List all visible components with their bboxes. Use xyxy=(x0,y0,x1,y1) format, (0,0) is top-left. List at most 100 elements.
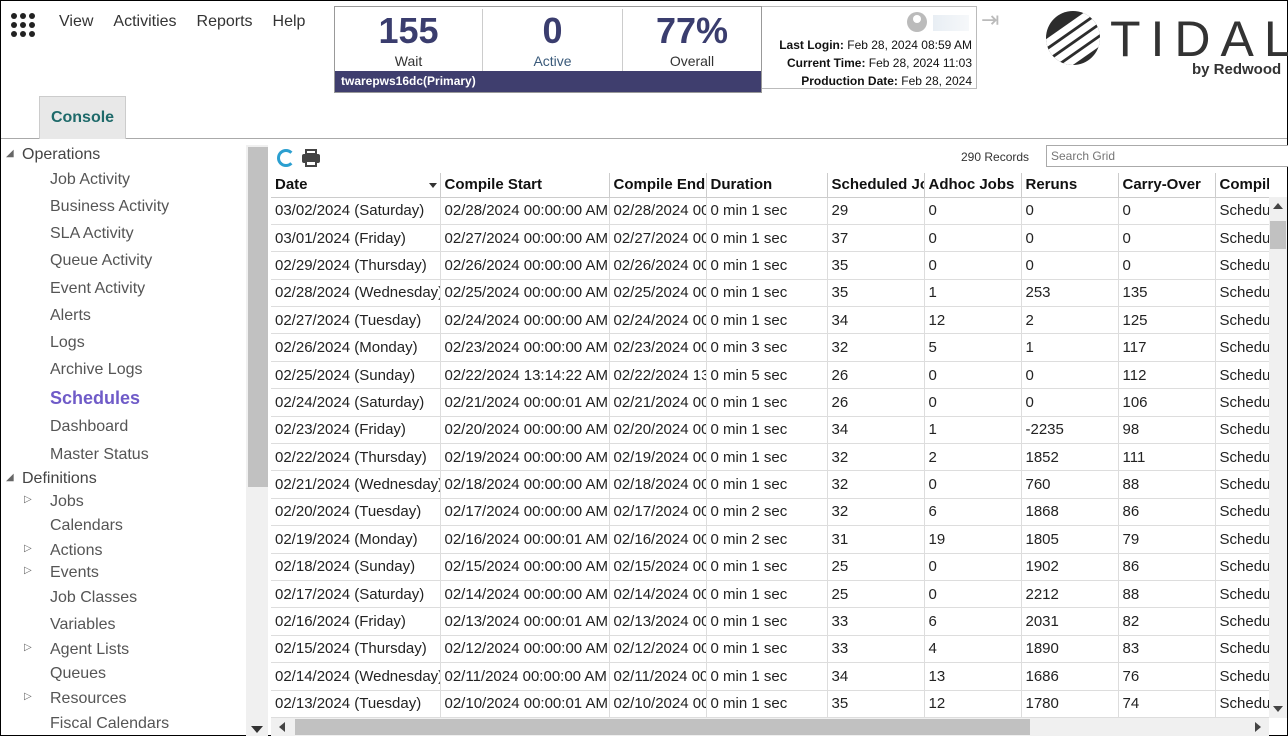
column-header-scheduled-jobs[interactable]: Scheduled Jo xyxy=(827,173,925,198)
user-icon[interactable] xyxy=(907,12,927,32)
tree-item-schedules[interactable]: Schedules xyxy=(50,388,140,409)
menu-help[interactable]: Help xyxy=(273,13,306,31)
table-row[interactable]: 02/13/2024 (Tuesday) 02/10/2024 00:00:01 … xyxy=(271,690,1269,718)
table-row[interactable]: 02/14/2024 (Wednesday) 02/11/2024 00:00:0… xyxy=(271,662,1269,691)
menu-view[interactable]: View xyxy=(59,13,93,31)
expand-jobs-icon[interactable]: ▷ xyxy=(24,494,32,505)
cell-scheduled-jobs: 35 xyxy=(827,279,925,308)
tree-item-job-classes[interactable]: Job Classes xyxy=(50,589,137,607)
expand-agent-lists-icon[interactable]: ▷ xyxy=(24,642,32,653)
expand-events-icon[interactable]: ▷ xyxy=(24,565,32,576)
search-grid-input[interactable] xyxy=(1046,145,1288,167)
table-row[interactable]: 02/21/2024 (Wednesday) 02/18/2024 00:00:0… xyxy=(271,470,1269,499)
table-row[interactable]: 02/17/2024 (Saturday) 02/14/2024 00:00:00… xyxy=(271,580,1269,609)
table-row[interactable]: 02/15/2024 (Thursday) 02/12/2024 00:00:00… xyxy=(271,635,1269,664)
table-row[interactable]: 02/19/2024 (Monday) 02/16/2024 00:00:01 A… xyxy=(271,525,1269,554)
wait-count: 155 xyxy=(378,10,439,51)
overall-label: Overall xyxy=(669,53,715,69)
tab-console[interactable]: Console xyxy=(39,96,126,139)
table-row[interactable]: 03/02/2024 (Saturday) 02/28/2024 00:00:00… xyxy=(271,197,1269,225)
tree-item-master-status[interactable]: Master Status xyxy=(50,446,149,464)
tree-item-job-activity[interactable]: Job Activity xyxy=(50,171,130,189)
column-header-compile-end[interactable]: Compile End xyxy=(609,173,707,198)
sidebar-scrollbar[interactable] xyxy=(246,145,268,736)
table-row[interactable]: 02/24/2024 (Saturday) 02/21/2024 00:00:01… xyxy=(271,388,1269,417)
column-header-date[interactable]: Date xyxy=(271,173,441,198)
overall-stat[interactable]: 77% Overall xyxy=(623,9,761,73)
expand-resources-icon[interactable]: ▷ xyxy=(24,691,32,702)
tree-item-event-activity[interactable]: Event Activity xyxy=(50,280,145,298)
production-date-label: Production Date: xyxy=(801,74,898,88)
grid-vertical-scroll-thumb[interactable] xyxy=(1270,221,1286,249)
active-stat[interactable]: 0 Active xyxy=(483,9,623,73)
tree-item-fiscal-calendars[interactable]: Fiscal Calendars xyxy=(50,715,169,733)
column-header-carry-over[interactable]: Carry-Over xyxy=(1118,173,1216,198)
tree-item-calendars[interactable]: Calendars xyxy=(50,517,123,535)
tree-item-logs[interactable]: Logs xyxy=(50,334,85,352)
app-launcher-icon[interactable] xyxy=(11,13,35,37)
menu-activities[interactable]: Activities xyxy=(113,13,176,31)
cell-scheduled-jobs: 32 xyxy=(827,333,925,362)
menu-reports[interactable]: Reports xyxy=(197,13,253,31)
table-row[interactable]: 02/16/2024 (Friday) 02/13/2024 00:00:01 A… xyxy=(271,607,1269,636)
table-row[interactable]: 02/26/2024 (Monday) 02/23/2024 00:00:00 A… xyxy=(271,333,1269,362)
grid-horizontal-scroll-thumb[interactable] xyxy=(295,719,1030,735)
cell-reruns: 0 xyxy=(1021,224,1119,253)
tree-item-events[interactable]: Events xyxy=(50,564,99,582)
cell-compile-end: 02/23/2024 00:00:03 AM xyxy=(609,333,707,362)
tree-item-agent-lists[interactable]: Agent Lists xyxy=(50,641,129,659)
tree-item-variables[interactable]: Variables xyxy=(50,616,116,634)
cell-compile-type: Scheduled xyxy=(1215,251,1269,280)
tree-item-alerts[interactable]: Alerts xyxy=(50,307,91,325)
column-header-compile-type[interactable]: Compile T xyxy=(1215,173,1269,198)
grid-scroll-down-icon[interactable] xyxy=(1273,706,1283,712)
column-header-date-label: Date xyxy=(275,176,308,194)
tree-item-resources[interactable]: Resources xyxy=(50,690,126,708)
tree-item-dashboard[interactable]: Dashboard xyxy=(50,418,128,436)
record-count: 290 Records xyxy=(961,150,1030,164)
wait-stat[interactable]: 155 Wait xyxy=(335,9,483,73)
tree-group-operations[interactable]: Operations xyxy=(22,146,100,164)
column-header-adhoc-jobs[interactable]: Adhoc Jobs xyxy=(924,173,1022,198)
sidebar-scroll-down-icon[interactable] xyxy=(251,726,263,733)
cell-carry-over: 98 xyxy=(1118,416,1216,445)
collapse-definitions-icon[interactable]: ◢ xyxy=(6,472,14,483)
table-row[interactable]: 02/20/2024 (Tuesday) 02/17/2024 00:00:00 … xyxy=(271,498,1269,527)
logout-icon[interactable]: ⇥ xyxy=(981,9,1009,31)
tree-item-queues[interactable]: Queues xyxy=(50,665,106,683)
refresh-icon[interactable] xyxy=(277,149,295,167)
table-row[interactable]: 02/25/2024 (Sunday) 02/22/2024 13:14:22 A… xyxy=(271,361,1269,390)
column-header-duration[interactable]: Duration xyxy=(706,173,828,198)
grid-scroll-up-icon[interactable] xyxy=(1273,203,1283,209)
collapse-operations-icon[interactable]: ◢ xyxy=(6,148,14,159)
grid-scroll-right-icon[interactable] xyxy=(1255,722,1261,732)
table-row[interactable]: 02/27/2024 (Tuesday) 02/24/2024 00:00:00 … xyxy=(271,306,1269,335)
tree-item-queue-activity[interactable]: Queue Activity xyxy=(50,252,152,270)
tree-item-sla-activity[interactable]: SLA Activity xyxy=(50,225,134,243)
cell-date: 02/23/2024 (Friday) xyxy=(271,416,441,445)
cell-adhoc-jobs: 0 xyxy=(924,580,1022,609)
grid-vertical-scrollbar[interactable] xyxy=(1269,197,1287,718)
tree-item-archive-logs[interactable]: Archive Logs xyxy=(50,361,143,379)
column-header-reruns[interactable]: Reruns xyxy=(1021,173,1119,198)
table-row[interactable]: 02/29/2024 (Thursday) 02/26/2024 00:00:00… xyxy=(271,251,1269,280)
table-row[interactable]: 02/22/2024 (Thursday) 02/19/2024 00:00:00… xyxy=(271,443,1269,472)
tree-item-jobs[interactable]: Jobs xyxy=(50,493,84,511)
cell-adhoc-jobs: 5 xyxy=(924,333,1022,362)
tree-group-definitions[interactable]: Definitions xyxy=(22,470,97,488)
cell-scheduled-jobs: 29 xyxy=(827,197,925,225)
table-row[interactable]: 02/23/2024 (Friday) 02/20/2024 00:00:00 A… xyxy=(271,416,1269,445)
expand-actions-icon[interactable]: ▷ xyxy=(24,543,32,554)
column-header-compile-start[interactable]: Compile Start xyxy=(440,173,610,198)
tree-item-business-activity[interactable]: Business Activity xyxy=(50,198,169,216)
table-row[interactable]: 03/01/2024 (Friday) 02/27/2024 00:00:00 A… xyxy=(271,224,1269,253)
sidebar-scroll-thumb[interactable] xyxy=(248,147,268,487)
table-row[interactable]: 02/28/2024 (Wednesday) 02/25/2024 00:00:0… xyxy=(271,279,1269,308)
cell-compile-start: 02/26/2024 00:00:00 AM xyxy=(440,251,610,280)
grid-scroll-left-icon[interactable] xyxy=(279,722,285,732)
print-icon[interactable] xyxy=(302,149,320,167)
grid-horizontal-scrollbar[interactable] xyxy=(271,718,1269,736)
table-row[interactable]: 02/18/2024 (Sunday) 02/15/2024 00:00:00 A… xyxy=(271,553,1269,581)
cell-compile-start: 02/28/2024 00:00:00 AM xyxy=(440,197,610,225)
tree-item-actions[interactable]: Actions xyxy=(50,542,102,560)
